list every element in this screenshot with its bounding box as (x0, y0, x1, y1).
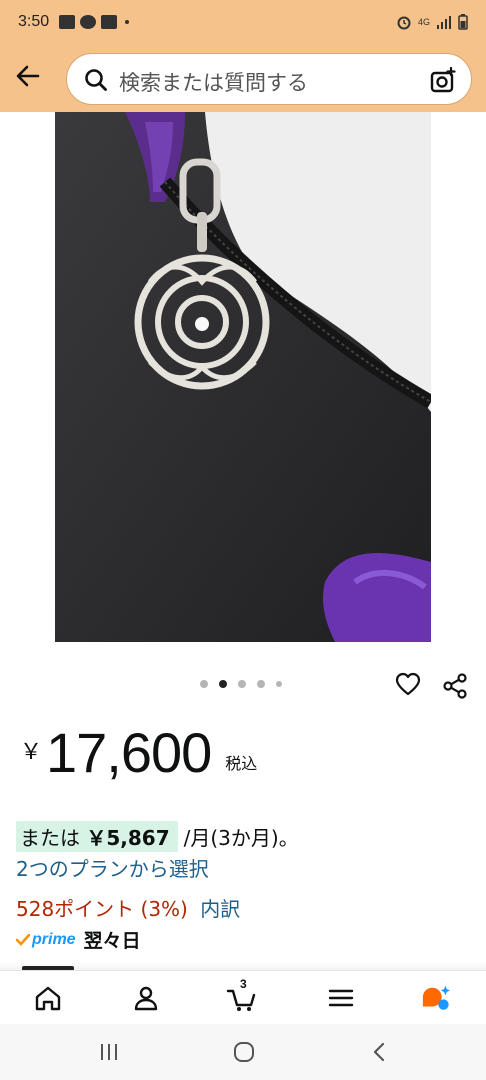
battery-icon (458, 14, 468, 30)
carousel-dot (276, 681, 282, 687)
price-currency: ￥ (20, 740, 43, 765)
alarm-icon (397, 16, 411, 30)
camera-icon[interactable] (429, 66, 457, 94)
installment-suffix: /月(3か月)。 (183, 826, 299, 850)
points-text: 528ポイント (3%) (16, 897, 188, 921)
price-amount: 17,600 (46, 721, 212, 784)
carousel-dot (200, 680, 208, 688)
carousel-dot-active (219, 680, 227, 688)
search-input[interactable]: 検索または質問する (66, 53, 472, 105)
points-row: 528ポイント (3%) 内訳 (16, 893, 240, 922)
installment-prefix: または (20, 826, 80, 850)
menu-icon[interactable] (326, 983, 356, 1013)
delivery-date: 翌々日 (83, 930, 141, 952)
wishlist-heart-icon[interactable] (395, 672, 421, 698)
cart-count: 3 (240, 977, 247, 991)
search-placeholder: 検索または質問する (119, 71, 308, 95)
app-notification-icon (80, 15, 97, 29)
product-photo[interactable] (55, 112, 431, 642)
system-back-icon[interactable] (368, 1040, 392, 1064)
carousel-dot (238, 680, 246, 688)
search-icon (85, 69, 107, 91)
status-time: 3:50 (18, 13, 50, 30)
signal-icon (437, 16, 451, 29)
prime-delivery: prime 翌々日 (16, 926, 141, 953)
cart-button[interactable]: 3 (226, 977, 256, 1013)
installment-amount: ￥5,867 (86, 826, 170, 850)
prime-logo: prime (32, 930, 76, 948)
network-type: 4G (417, 16, 430, 27)
bag-charm-image (55, 112, 431, 642)
more-notifications-icon (125, 20, 130, 24)
carousel-indicator (200, 680, 282, 688)
status-system-icons: 4G (396, 14, 468, 30)
home-icon[interactable] (33, 983, 63, 1013)
system-nav-bar (0, 1024, 486, 1080)
account-icon[interactable] (131, 983, 161, 1013)
recent-apps-icon[interactable] (97, 1040, 121, 1064)
status-notifications (59, 15, 130, 29)
gallery-notification-icon (59, 15, 76, 29)
tax-label: 税込 (225, 754, 258, 773)
product-image-carousel[interactable] (0, 112, 486, 648)
status-bar: 3:50 4G (0, 0, 486, 44)
plan-select-link[interactable]: 2つのプランから選択 (16, 853, 209, 882)
points-breakdown-link[interactable]: 内訳 (200, 897, 240, 921)
calendar-notification-icon (101, 15, 118, 29)
assistant-icon[interactable] (421, 983, 451, 1013)
bottom-nav: 3 (0, 970, 486, 1024)
price-row: ￥ 17,600 税込 (20, 720, 257, 786)
carousel-dot (257, 680, 265, 688)
share-icon[interactable] (441, 672, 469, 700)
installment-badge: または ￥5,867 (16, 821, 178, 852)
search-header: 検索または質問する (0, 44, 486, 112)
prime-check-icon (16, 933, 30, 946)
back-arrow-icon[interactable] (12, 60, 44, 92)
installment-info: または ￥5,867 /月(3か月)。 (16, 821, 299, 852)
home-button-icon[interactable] (232, 1040, 256, 1064)
